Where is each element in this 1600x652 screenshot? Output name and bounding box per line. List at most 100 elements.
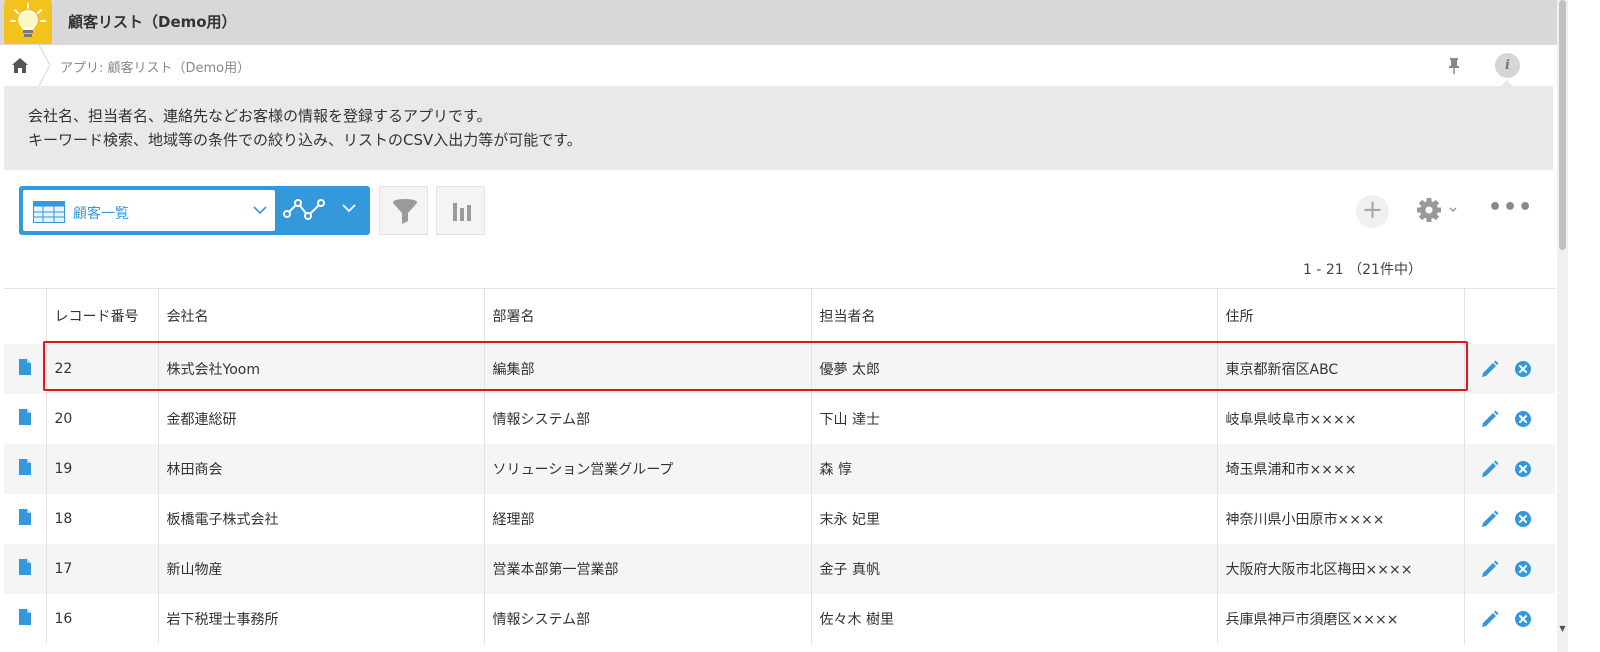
records-table: レコード番号 会社名 部署名 担当者名 住所 22 株式会社Yoom 編集部 優夢 太… xyxy=(4,288,1555,644)
edit-icon[interactable] xyxy=(1481,610,1499,628)
app-description: 会社名、担当者名、連絡先などお客様の情報を登録するアプリです。 キーワード検索、… xyxy=(4,86,1553,170)
filter-icon xyxy=(393,199,417,224)
scrollbar-thumb[interactable] xyxy=(1559,0,1566,250)
table-row[interactable]: 22 株式会社Yoom 編集部 優夢 太郎 東京都新宿区ABC xyxy=(4,343,1555,394)
settings-button[interactable] xyxy=(1414,196,1462,226)
scroll-down-arrow[interactable]: ▼ xyxy=(1557,624,1568,636)
document-icon[interactable] xyxy=(18,408,31,425)
table-header-row: レコード番号 会社名 部署名 担当者名 住所 xyxy=(4,288,1555,344)
record-number-cell: 19 xyxy=(46,443,159,494)
edit-icon[interactable] xyxy=(1481,460,1499,478)
lightbulb-icon[interactable] xyxy=(4,0,52,44)
contact-person-cell: 優夢 太郎 xyxy=(811,343,1218,394)
app-title: 顧客リスト（Demo用） xyxy=(68,13,237,31)
row-actions xyxy=(1464,443,1555,494)
table-row[interactable]: 17 新山物産 営業本部第一営業部 金子 真帆 大阪府大阪市北区梅田×××× xyxy=(4,543,1555,594)
delete-icon[interactable] xyxy=(1514,510,1532,528)
info-icon[interactable]: i xyxy=(1495,53,1520,78)
table-view-icon xyxy=(33,201,65,223)
home-icon xyxy=(12,58,28,73)
column-header-address[interactable]: 住所 xyxy=(1217,288,1465,344)
company-cell: 岩下税理士事務所 xyxy=(158,593,485,644)
company-cell: 板橋電子株式会社 xyxy=(158,493,485,544)
chart-button[interactable] xyxy=(436,186,485,235)
breadcrumb: アプリ: 顧客リスト（Demo用） xyxy=(0,45,1557,86)
column-header-contact-person[interactable]: 担当者名 xyxy=(811,288,1218,344)
document-icon[interactable] xyxy=(18,358,31,375)
row-actions xyxy=(1464,493,1555,544)
table-row[interactable]: 18 板橋電子株式会社 経理部 末永 妃里 神奈川県小田原市×××× xyxy=(4,493,1555,544)
contact-person-cell: 佐々木 樹里 xyxy=(811,593,1218,644)
document-icon[interactable] xyxy=(18,608,31,625)
department-cell: 営業本部第一営業部 xyxy=(484,543,812,594)
department-cell: 編集部 xyxy=(484,343,812,394)
edit-icon[interactable] xyxy=(1481,560,1499,578)
row-actions xyxy=(1464,393,1555,444)
company-cell: 金都連総研 xyxy=(158,393,485,444)
document-icon[interactable] xyxy=(18,508,31,525)
record-number-cell: 20 xyxy=(46,393,159,444)
record-detail-cell xyxy=(4,393,47,444)
view-select[interactable]: 顧客一覧 xyxy=(23,190,275,231)
contact-person-cell: 金子 真帆 xyxy=(811,543,1218,594)
table-row[interactable]: 20 金都連総研 情報システム部 下山 達士 岐阜県岐阜市×××× xyxy=(4,393,1555,444)
department-cell: 情報システム部 xyxy=(484,393,812,444)
chevron-down-icon[interactable] xyxy=(342,204,356,213)
record-detail-cell xyxy=(4,443,47,494)
column-header-department[interactable]: 部署名 xyxy=(484,288,812,344)
pagination-count: 1 - 21 （21件中） xyxy=(1303,262,1422,278)
document-icon[interactable] xyxy=(18,458,31,475)
chevron-down-icon xyxy=(253,206,267,215)
graph-icon[interactable] xyxy=(283,196,327,224)
more-options-button[interactable]: ••• xyxy=(1488,197,1532,222)
record-detail-cell xyxy=(4,543,47,594)
add-record-button[interactable]: + xyxy=(1356,195,1389,228)
home-button[interactable] xyxy=(0,45,40,86)
header-action-column xyxy=(1464,288,1555,344)
row-actions xyxy=(1464,593,1555,644)
view-label: 顧客一覧 xyxy=(73,206,129,222)
delete-icon[interactable] xyxy=(1514,460,1532,478)
record-detail-cell xyxy=(4,593,47,644)
filter-button[interactable] xyxy=(379,186,428,235)
breadcrumb-app-link[interactable]: アプリ: 顧客リスト（Demo用） xyxy=(60,57,250,76)
edit-icon[interactable] xyxy=(1481,360,1499,378)
description-line: キーワード検索、地域等の条件での絞り込み、リストのCSV入出力等が可能です。 xyxy=(28,131,582,149)
document-icon[interactable] xyxy=(18,558,31,575)
row-actions xyxy=(1464,543,1555,594)
contact-person-cell: 下山 達士 xyxy=(811,393,1218,444)
gear-icon xyxy=(1417,198,1457,222)
delete-icon[interactable] xyxy=(1514,610,1532,628)
delete-icon[interactable] xyxy=(1514,560,1532,578)
edit-icon[interactable] xyxy=(1481,510,1499,528)
delete-icon[interactable] xyxy=(1514,360,1532,378)
address-cell: 大阪府大阪市北区梅田×××× xyxy=(1217,543,1465,594)
address-cell: 岐阜県岐阜市×××× xyxy=(1217,393,1465,444)
contact-person-cell: 森 惇 xyxy=(811,443,1218,494)
edit-icon[interactable] xyxy=(1481,410,1499,428)
record-detail-cell xyxy=(4,343,47,394)
breadcrumb-separator xyxy=(38,45,51,86)
record-number-cell: 17 xyxy=(46,543,159,594)
record-number-cell: 18 xyxy=(46,493,159,544)
company-cell: 株式会社Yoom xyxy=(158,343,485,394)
column-header-record-number[interactable]: レコード番号 xyxy=(46,288,159,344)
row-actions xyxy=(1464,343,1555,394)
description-line: 会社名、担当者名、連絡先などお客様の情報を登録するアプリです。 xyxy=(28,107,492,125)
header-icon-column xyxy=(4,288,47,344)
address-cell: 埼玉県浦和市×××× xyxy=(1217,443,1465,494)
contact-person-cell: 末永 妃里 xyxy=(811,493,1218,544)
address-cell: 神奈川県小田原市×××× xyxy=(1217,493,1465,544)
address-cell: 兵庫県神戸市須磨区×××× xyxy=(1217,593,1465,644)
table-row[interactable]: 16 岩下税理士事務所 情報システム部 佐々木 樹里 兵庫県神戸市須磨区×××× xyxy=(4,593,1555,644)
address-cell: 東京都新宿区ABC xyxy=(1217,343,1465,394)
bar-chart-icon xyxy=(453,203,471,221)
company-cell: 新山物産 xyxy=(158,543,485,594)
department-cell: 情報システム部 xyxy=(484,593,812,644)
pin-icon[interactable] xyxy=(1446,57,1462,75)
delete-icon[interactable] xyxy=(1514,410,1532,428)
record-detail-cell xyxy=(4,493,47,544)
column-header-company[interactable]: 会社名 xyxy=(158,288,485,344)
record-number-cell: 16 xyxy=(46,593,159,644)
table-row[interactable]: 19 林田商会 ソリューション営業グループ森 惇埼玉県浦和市×××× xyxy=(4,443,1555,494)
